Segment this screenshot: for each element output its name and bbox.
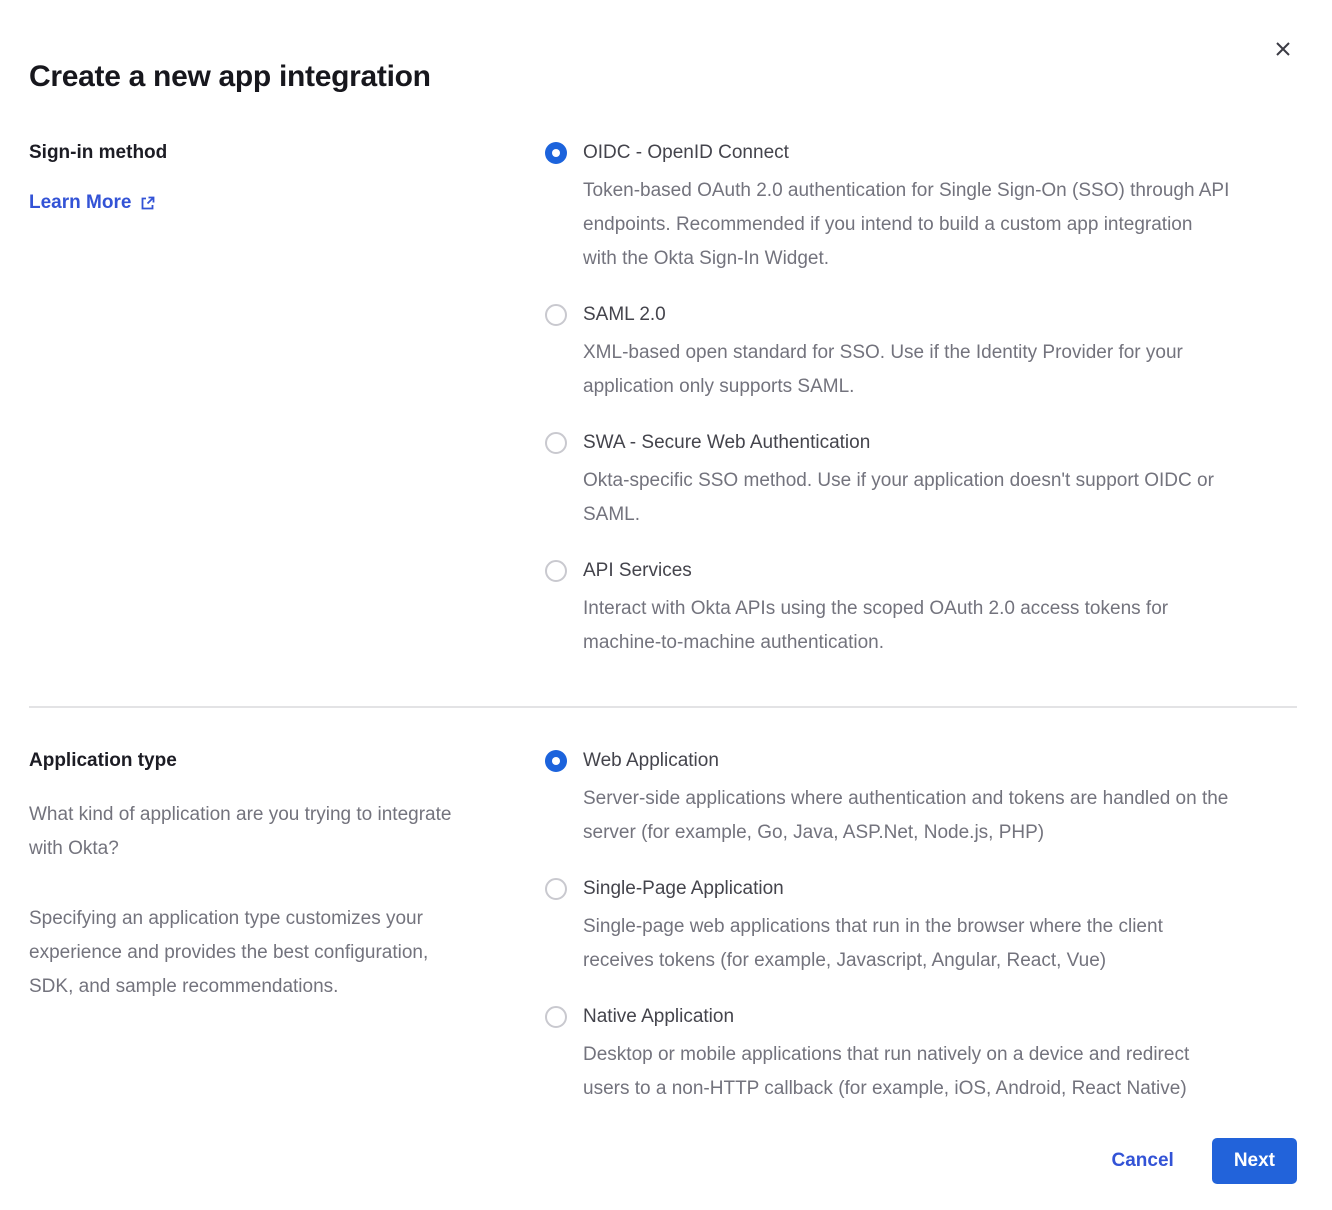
option-label-native-application[interactable]: Native Application [583,1004,1189,1030]
radio-option-single-page-application[interactable]: Single-Page Application Single-page web … [545,876,1297,978]
option-label-oidc[interactable]: OIDC - OpenID Connect [583,140,1229,166]
radio-option-api-services[interactable]: API Services Interact with Okta APIs usi… [545,558,1297,660]
option-description-single-page-application: Single-page web applications that run in… [583,910,1163,978]
external-link-icon [139,195,156,212]
learn-more-label: Learn More [29,190,131,216]
signin-method-left: Sign-in method Learn More [29,140,545,660]
radio-button-web-application[interactable] [545,750,567,772]
radio-button-saml[interactable] [545,304,567,326]
radio-option-saml[interactable]: SAML 2.0 XML-based open standard for SSO… [545,302,1297,404]
option-text-api-services: API Services Interact with Okta APIs usi… [583,558,1168,660]
application-type-left: Application type What kind of applicatio… [29,748,545,1106]
application-type-label: Application type [29,748,545,774]
option-label-single-page-application[interactable]: Single-Page Application [583,876,1163,902]
option-description-native-application: Desktop or mobile applications that run … [583,1038,1189,1106]
radio-option-native-application[interactable]: Native Application Desktop or mobile app… [545,1004,1297,1106]
section-divider [29,706,1297,708]
radio-button-api-services[interactable] [545,560,567,582]
learn-more-link[interactable]: Learn More [29,190,156,216]
option-description-swa: Okta-specific SSO method. Use if your ap… [583,464,1214,532]
option-text-single-page-application: Single-Page Application Single-page web … [583,876,1163,978]
application-type-description-1: What kind of application are you trying … [29,798,509,866]
signin-method-label: Sign-in method [29,140,545,166]
application-type-options: Web Application Server-side applications… [545,748,1297,1106]
radio-option-swa[interactable]: SWA - Secure Web Authentication Okta-spe… [545,430,1297,532]
modal-title: Create a new app integration [29,0,1297,96]
signin-method-section: Sign-in method Learn More OIDC - OpenID … [29,140,1297,660]
modal-footer: Cancel Next [29,1138,1297,1184]
radio-option-oidc[interactable]: OIDC - OpenID Connect Token-based OAuth … [545,140,1297,276]
create-app-integration-modal: Create a new app integration Sign-in met… [0,0,1332,1210]
option-text-oidc: OIDC - OpenID Connect Token-based OAuth … [583,140,1229,276]
option-text-web-application: Web Application Server-side applications… [583,748,1228,850]
option-description-saml: XML-based open standard for SSO. Use if … [583,336,1183,404]
option-text-saml: SAML 2.0 XML-based open standard for SSO… [583,302,1183,404]
option-label-swa[interactable]: SWA - Secure Web Authentication [583,430,1214,456]
option-text-native-application: Native Application Desktop or mobile app… [583,1004,1189,1106]
application-type-section: Application type What kind of applicatio… [29,748,1297,1106]
option-text-swa: SWA - Secure Web Authentication Okta-spe… [583,430,1214,532]
option-label-api-services[interactable]: API Services [583,558,1168,584]
radio-button-oidc[interactable] [545,142,567,164]
option-label-saml[interactable]: SAML 2.0 [583,302,1183,328]
option-description-api-services: Interact with Okta APIs using the scoped… [583,592,1168,660]
application-type-description-2: Specifying an application type customize… [29,902,509,1004]
signin-method-options: OIDC - OpenID Connect Token-based OAuth … [545,140,1297,660]
option-label-web-application[interactable]: Web Application [583,748,1228,774]
option-description-oidc: Token-based OAuth 2.0 authentication for… [583,174,1229,276]
radio-button-swa[interactable] [545,432,567,454]
next-button[interactable]: Next [1212,1138,1297,1184]
radio-button-single-page-application[interactable] [545,878,567,900]
option-description-web-application: Server-side applications where authentic… [583,782,1228,850]
cancel-button[interactable]: Cancel [1112,1150,1174,1172]
radio-button-native-application[interactable] [545,1006,567,1028]
close-icon[interactable] [1270,36,1296,62]
radio-option-web-application[interactable]: Web Application Server-side applications… [545,748,1297,850]
